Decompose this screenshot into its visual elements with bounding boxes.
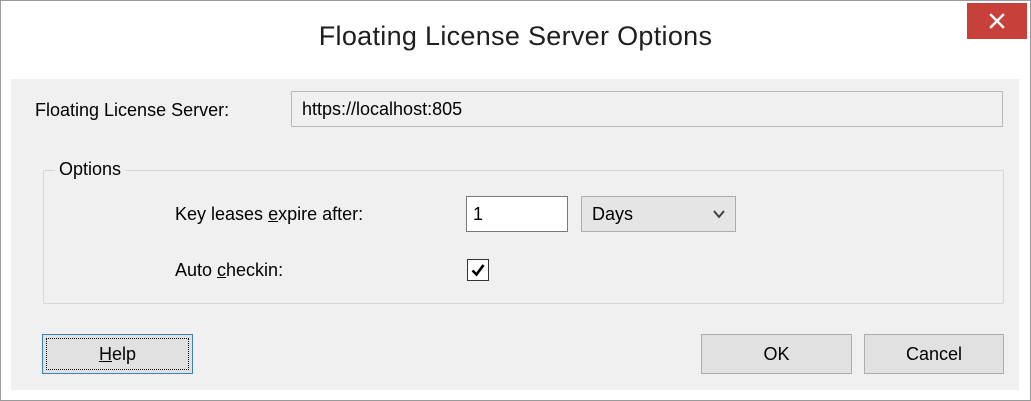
dialog-client-area: Floating License Server: https://localho…: [11, 79, 1019, 390]
cancel-button[interactable]: Cancel: [864, 334, 1004, 374]
chevron-down-icon: [713, 210, 725, 219]
expire-label-part: xpire after:: [278, 204, 364, 224]
server-field[interactable]: https://localhost:805: [291, 91, 1003, 127]
expire-label-mnemonic: e: [268, 204, 279, 224]
ok-button[interactable]: OK: [701, 334, 852, 374]
auto-checkin-checkbox[interactable]: [467, 259, 489, 281]
close-icon: [989, 13, 1005, 29]
expire-unit-value: Days: [592, 204, 634, 224]
checkmark-icon: [471, 264, 485, 277]
help-button[interactable]: Help: [42, 334, 193, 374]
title-bar[interactable]: Floating License Server Options: [1, 1, 1030, 79]
autocheckin-label-part: heckin:: [226, 260, 284, 280]
options-group: [43, 170, 1004, 304]
autocheckin-label-mnemonic: c: [217, 260, 227, 280]
close-button[interactable]: [967, 3, 1027, 39]
expire-value-input[interactable]: 1: [466, 196, 568, 232]
focus-ring: [46, 338, 189, 370]
options-group-legend: Options: [55, 159, 126, 180]
expire-label-part: Key leases: [175, 204, 269, 224]
dialog-window: Floating License Server Options Floating…: [0, 0, 1031, 401]
autocheckin-label-part: Auto: [175, 260, 218, 280]
expire-label: Key leases expire after:: [175, 204, 363, 225]
dialog-title: Floating License Server Options: [318, 21, 713, 51]
server-label: Floating License Server:: [35, 100, 230, 120]
autocheckin-label: Auto checkin:: [175, 260, 283, 281]
expire-unit-select[interactable]: Days: [581, 196, 736, 232]
